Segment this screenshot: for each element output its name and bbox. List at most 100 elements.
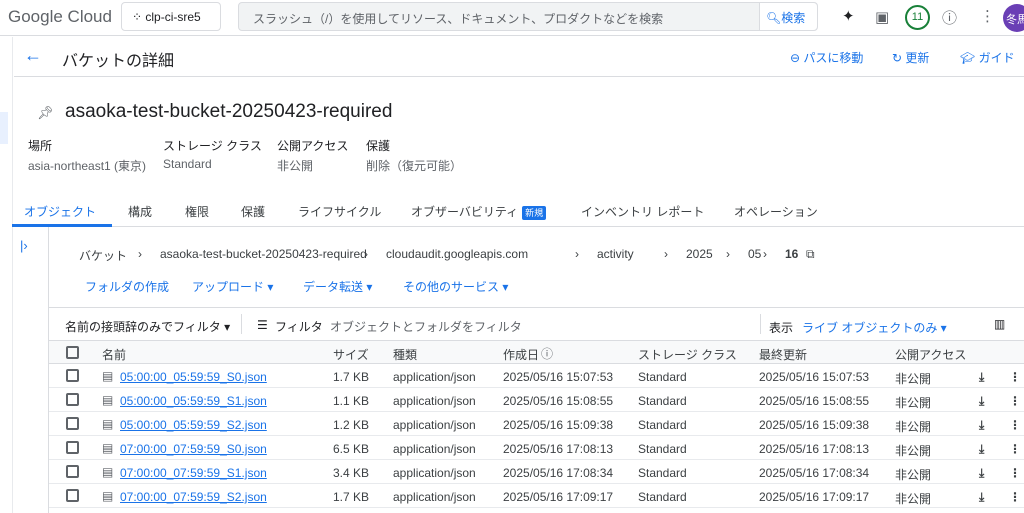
- tab-5[interactable]: オブザーバビリティ 新規: [411, 203, 547, 220]
- file-icon: ▤: [102, 441, 114, 455]
- tab-4[interactable]: ライフサイクル: [298, 203, 381, 220]
- breadcrumb-item[interactable]: cloudaudit.googleapis.com: [386, 247, 528, 261]
- row-checkbox[interactable]: [66, 393, 79, 406]
- download-icon[interactable]: ⤓: [979, 442, 984, 457]
- tab-1[interactable]: 構成: [128, 203, 152, 220]
- row-checkbox[interactable]: [66, 441, 79, 454]
- row-checkbox[interactable]: [66, 489, 79, 502]
- file-icon: ▤: [102, 417, 114, 431]
- tab-6[interactable]: インベントリ レポート: [581, 203, 704, 220]
- guide-button[interactable]: 🎓︎ ガイド: [960, 49, 1015, 66]
- divider: [760, 314, 761, 334]
- more-vert-icon[interactable]: ⋮: [1009, 466, 1021, 480]
- avatar[interactable]: 冬馬: [1003, 4, 1024, 32]
- cell-updated: 2025/05/16 17:09:17: [759, 490, 870, 504]
- tab-bar: オブジェクト 構成 権限 保護 ライフサイクル オブザーバビリティ 新規 インベントリ レポー…: [12, 196, 1024, 227]
- object-name-link[interactable]: 07:00:00_07:59:59_S2.json: [120, 490, 267, 504]
- object-name-link[interactable]: 07:00:00_07:59:59_S0.json: [120, 442, 267, 456]
- cell-size: 3.4 KB: [333, 466, 370, 480]
- row-checkbox[interactable]: [66, 369, 79, 382]
- more-vert-icon[interactable]: ⋮: [1009, 442, 1021, 456]
- view-dropdown[interactable]: ライブ オブジェクトのみ ▾: [802, 319, 947, 336]
- download-icon[interactable]: ⤓: [979, 490, 984, 505]
- row-checkbox[interactable]: [66, 465, 79, 478]
- copy-icon[interactable]: ⧉: [806, 247, 815, 262]
- gemini-icon[interactable]: ✦: [842, 7, 855, 25]
- column-header[interactable]: 作成日: [503, 346, 539, 363]
- cell-public-access: 非公開: [895, 396, 932, 410]
- prefix-filter-dropdown[interactable]: 名前の接頭辞のみでフィルタ ▾: [65, 318, 230, 335]
- cell-storage-class: Standard: [638, 490, 687, 504]
- refresh-button[interactable]: ↻ 更新: [892, 49, 929, 66]
- file-icon: ▤: [102, 489, 114, 503]
- filter-input[interactable]: オブジェクトとフォルダをフィルタ: [330, 318, 522, 335]
- create-folder-button[interactable]: フォルダの作成: [85, 278, 169, 295]
- transfer-button[interactable]: データ転送 ▾: [303, 278, 372, 295]
- download-icon[interactable]: ⤓: [979, 394, 984, 409]
- more-vert-icon[interactable]: ⋮: [1009, 490, 1021, 504]
- more-vert-icon[interactable]: ⋮: [980, 7, 995, 25]
- column-header[interactable]: ストレージ クラス: [638, 346, 737, 363]
- column-header[interactable]: 公開アクセス: [895, 346, 966, 363]
- go-to-path-button[interactable]: ⊖ パスに移動: [790, 49, 863, 66]
- cloud-shell-icon[interactable]: ▣: [875, 8, 889, 26]
- project-selector[interactable]: ⁘ clp-ci-sre5: [121, 2, 221, 31]
- help-icon[interactable]: ⓘ: [942, 7, 957, 28]
- help-icon[interactable]: ⓘ: [541, 345, 553, 362]
- tab-2[interactable]: 権限: [185, 203, 209, 220]
- tab-label: 構成: [128, 205, 153, 219]
- more-vert-icon[interactable]: ⋮: [1009, 394, 1021, 408]
- cell-created: 2025/05/16 15:09:38: [503, 418, 614, 432]
- view-label: 表示: [769, 321, 794, 335]
- new-badge: 新規: [522, 206, 547, 220]
- object-name-link[interactable]: 07:00:00_07:59:59_S1.json: [120, 466, 267, 480]
- upload-button[interactable]: アップロード ▾: [192, 278, 273, 295]
- cell-public-access: 非公開: [895, 372, 932, 386]
- tab-label: ライフサイクル: [298, 205, 382, 219]
- tab-label: 権限: [185, 205, 210, 219]
- object-name-link[interactable]: 05:00:00_05:59:59_S2.json: [120, 418, 267, 432]
- row-checkbox[interactable]: [66, 417, 79, 430]
- tab-7[interactable]: オペレーション: [734, 203, 818, 220]
- tab-0[interactable]: オブジェクト: [24, 203, 96, 220]
- pin-icon[interactable]: 📌︎: [37, 105, 54, 121]
- breadcrumb-item[interactable]: 2025: [686, 247, 713, 261]
- google-cloud-logo[interactable]: Google Cloud: [8, 7, 112, 27]
- search-button[interactable]: 🔍︎検索: [759, 3, 817, 30]
- download-icon[interactable]: ⤓: [979, 418, 984, 433]
- more-vert-icon[interactable]: ⋮: [1009, 418, 1021, 432]
- cell-public-access: 非公開: [895, 468, 932, 482]
- breadcrumb-item: 16: [785, 247, 799, 261]
- object-name-link[interactable]: 05:00:00_05:59:59_S0.json: [120, 370, 267, 384]
- cell-type: application/json: [393, 394, 476, 408]
- breadcrumb-item[interactable]: activity: [597, 247, 634, 261]
- breadcrumb-item[interactable]: バケット: [79, 247, 127, 264]
- column-header[interactable]: サイズ: [333, 346, 369, 363]
- download-icon[interactable]: ⤓: [979, 370, 984, 385]
- object-name-link[interactable]: 05:00:00_05:59:59_S1.json: [120, 394, 267, 408]
- tab-3[interactable]: 保護: [241, 203, 265, 220]
- notifications-badge[interactable]: 11: [905, 5, 930, 30]
- column-header[interactable]: 最終更新: [759, 346, 807, 363]
- download-icon[interactable]: ⤓: [979, 466, 984, 481]
- cell-public-access: 非公開: [895, 420, 932, 434]
- other-services-button[interactable]: その他のサービス ▾: [403, 278, 508, 295]
- select-all-checkbox[interactable]: [66, 346, 79, 359]
- breadcrumb-item[interactable]: 05: [748, 247, 761, 261]
- breadcrumb-item[interactable]: asaoka-test-bucket-20250423-required: [160, 247, 367, 261]
- property-label: 保護: [366, 139, 391, 153]
- column-header[interactable]: 名前: [102, 346, 126, 363]
- back-arrow-icon[interactable]: ←: [24, 45, 42, 66]
- filter-label: フィルタ: [275, 320, 323, 334]
- search-placeholder: スラッシュ（/）を使用してリソース、ドキュメント、プロダクトなどを検索: [253, 12, 664, 26]
- cell-updated: 2025/05/16 17:08:13: [759, 442, 870, 456]
- search-input[interactable]: スラッシュ（/）を使用してリソース、ドキュメント、プロダクトなどを検索 🔍︎検索: [238, 2, 818, 31]
- column-display-icon[interactable]: ▥: [994, 317, 1005, 331]
- expand-panel-icon[interactable]: |›: [20, 238, 28, 253]
- divider: [12, 37, 13, 513]
- cell-updated: 2025/05/16 15:07:53: [759, 370, 870, 384]
- more-vert-icon[interactable]: ⋮: [1009, 370, 1021, 384]
- column-header[interactable]: 種類: [393, 346, 417, 363]
- filter-bar: 名前の接頭辞のみでフィルタ ▾ ☰ フィルタ オブジェクトとフォルダをフィルタ …: [49, 307, 1024, 340]
- cell-type: application/json: [393, 418, 476, 432]
